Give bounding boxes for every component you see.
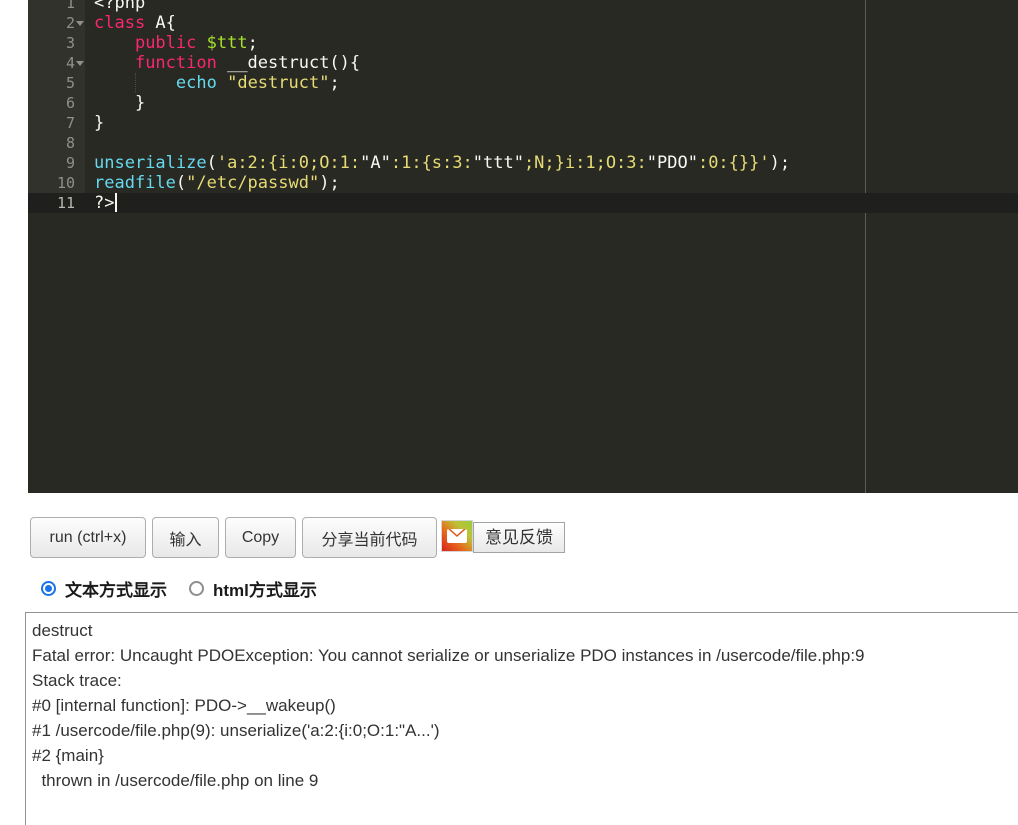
- code-text: unserialize('a:2:{i:0;O:1:"A":1:{s:3:"tt…: [85, 153, 1018, 173]
- token-string: "/etc/passwd": [186, 173, 320, 193]
- line-number[interactable]: 1: [28, 0, 85, 13]
- token-plain: __destruct(){: [216, 53, 361, 73]
- display-mode-options: 文本方式显示 html方式显示: [41, 576, 317, 601]
- radio-html-mode[interactable]: [189, 581, 204, 596]
- code-text: readfile("/etc/passwd");: [85, 173, 1018, 193]
- share-code-button[interactable]: 分享当前代码: [302, 517, 437, 558]
- token-support: readfile: [94, 173, 176, 193]
- input-button[interactable]: 输入: [152, 517, 219, 558]
- code-text: ?>: [85, 192, 1018, 213]
- token-plain: <?php: [94, 0, 146, 13]
- code-line[interactable]: 10 readfile("/etc/passwd");: [28, 173, 1018, 193]
- token-plain: (: [206, 153, 217, 173]
- line-number[interactable]: 7: [28, 113, 85, 133]
- code-text: public $ttt;: [85, 33, 1018, 53]
- token-support: unserialize: [94, 153, 207, 173]
- token-plain: "ttt": [472, 153, 524, 173]
- token-string: 'a:2:{i:0;O:1:: [216, 153, 361, 173]
- line-number[interactable]: 6: [28, 93, 85, 113]
- code-line[interactable]: 1 <?php: [28, 0, 1018, 13]
- code-editor[interactable]: 1 <?php 2 class A{3 public $ttt; 4 function …: [28, 0, 1018, 493]
- token-plain: }: [94, 113, 105, 133]
- token-keyword: function: [134, 53, 217, 73]
- token-keyword: class: [94, 13, 146, 33]
- code-text: class A{: [85, 13, 1018, 33]
- code-line[interactable]: 8: [28, 133, 1018, 153]
- token-string: :0:{}}': [697, 153, 770, 173]
- code-line[interactable]: 6 }: [28, 93, 1018, 113]
- token-plain: (: [175, 173, 187, 193]
- line-number[interactable]: 5: [28, 73, 85, 93]
- code-line[interactable]: 7}: [28, 113, 1018, 133]
- run-button[interactable]: run (ctrl+x): [30, 517, 146, 558]
- code-line[interactable]: 2 class A{: [28, 13, 1018, 33]
- line-number[interactable]: 9: [28, 153, 85, 173]
- token-keyword: public: [134, 33, 197, 53]
- code-line[interactable]: 5 echo "destruct";: [28, 73, 1018, 93]
- line-number[interactable]: 2: [28, 13, 85, 33]
- code-line[interactable]: 3 public $ttt;: [28, 33, 1018, 53]
- envelope-icon: [447, 529, 467, 543]
- token-plain: ;: [329, 73, 340, 93]
- code-text: }: [85, 113, 1018, 133]
- code-text: echo "destruct";: [85, 73, 1018, 93]
- radio-text-mode-label[interactable]: 文本方式显示: [65, 576, 167, 601]
- token-plain: ;: [247, 33, 258, 53]
- token-plain: "A": [360, 153, 391, 173]
- token-plain: ?>: [94, 193, 115, 213]
- token-plain: }: [94, 93, 146, 113]
- code-text: <?php: [85, 0, 1018, 13]
- code-line[interactable]: 4 function __destruct(){: [28, 53, 1018, 73]
- token-support: echo: [175, 73, 217, 93]
- output-box[interactable]: destruct Fatal error: Uncaught PDOExcept…: [25, 612, 1018, 825]
- php-sandbox-page: 1 <?php 2 class A{3 public $ttt; 4 function …: [0, 0, 1018, 825]
- mail-icon: [441, 520, 473, 552]
- line-number[interactable]: 4: [28, 53, 85, 73]
- code-lines: 1 <?php 2 class A{3 public $ttt; 4 function …: [28, 0, 1018, 213]
- fold-arrow-icon[interactable]: [76, 61, 84, 66]
- token-string: ;N;}i:1;O:3:: [523, 153, 647, 173]
- copy-button[interactable]: Copy: [225, 517, 296, 558]
- code-text: }: [85, 93, 1018, 113]
- token-plain: A{: [145, 13, 176, 33]
- code-line[interactable]: 11 ?>: [28, 192, 1018, 213]
- code-text: function __destruct(){: [85, 53, 1018, 73]
- token-plain: );: [769, 153, 791, 173]
- line-number[interactable]: 3: [28, 33, 85, 53]
- feedback-button[interactable]: 意见反馈: [441, 520, 565, 553]
- radio-html-mode-label[interactable]: html方式显示: [213, 576, 317, 601]
- fold-arrow-icon[interactable]: [76, 21, 84, 26]
- code-line[interactable]: 9 unserialize('a:2:{i:0;O:1:"A":1:{s:3:"t…: [28, 153, 1018, 173]
- feedback-label: 意见反馈: [473, 522, 565, 553]
- line-number[interactable]: 11: [28, 193, 85, 213]
- token-string: :1:{s:3:: [390, 153, 473, 173]
- radio-text-mode[interactable]: [41, 581, 56, 596]
- text-cursor: [115, 192, 118, 212]
- line-number[interactable]: 8: [28, 133, 85, 153]
- token-plain: "PDO": [646, 153, 698, 173]
- token-variable: $ttt: [206, 33, 248, 53]
- token-string: "destruct": [227, 73, 330, 93]
- line-number[interactable]: 10: [28, 173, 85, 193]
- token-plain: );: [319, 173, 340, 193]
